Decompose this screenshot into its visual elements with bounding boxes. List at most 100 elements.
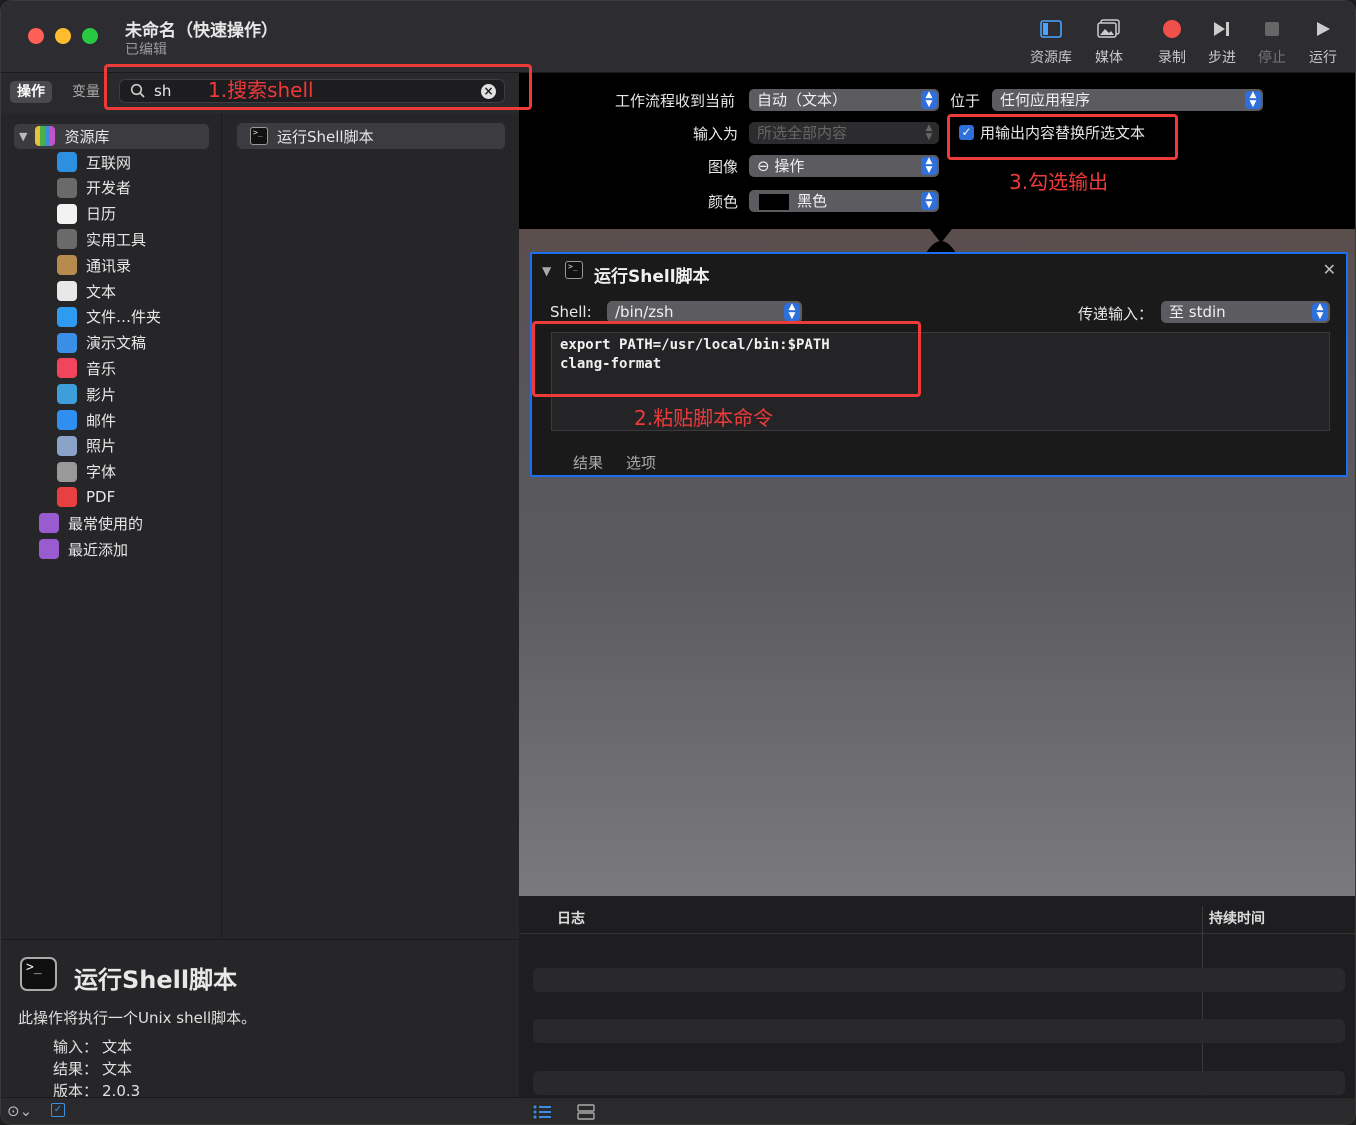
duration-column-header[interactable]: 持续时间 bbox=[1209, 908, 1265, 928]
left-status-bar: ⊙⌄ ✓ bbox=[1, 1097, 519, 1124]
sidebar-item-music[interactable]: 音乐 bbox=[1, 355, 222, 381]
sidebar-item-tools[interactable]: 开发者 bbox=[1, 175, 222, 201]
tab-variables[interactable]: 变量 bbox=[65, 81, 107, 103]
text-icon bbox=[57, 281, 77, 301]
list-view-icon[interactable] bbox=[533, 1105, 551, 1119]
sidebar-item-label: 影片 bbox=[86, 385, 117, 404]
sidebar-item-keynote[interactable]: 演示文稿 bbox=[1, 330, 222, 356]
receives-label: 工作流程收到当前 bbox=[615, 92, 736, 110]
sidebar-item-label: 通讯录 bbox=[86, 256, 132, 275]
toolbar-library-button[interactable]: 资源库 bbox=[1021, 15, 1081, 67]
title-bar: 未命名（快速操作） 已编辑 资源库 媒体 录制 步进 停止 运行 bbox=[1, 1, 1355, 73]
terminal-icon: >_ bbox=[20, 957, 57, 991]
sidebar-item-finder[interactable]: 文件…件夹 bbox=[1, 304, 222, 330]
sidebar-item-photos[interactable]: 照片 bbox=[1, 433, 222, 459]
split-view-icon[interactable] bbox=[577, 1104, 595, 1120]
log-panel: 日志 持续时间 bbox=[519, 896, 1355, 1097]
pass-input-popup[interactable]: 至 stdin ▲ ▼ bbox=[1161, 301, 1330, 323]
sidebar-item-label: 最常使用的 bbox=[68, 514, 144, 533]
library-root[interactable]: ▼ 资源库 bbox=[1, 123, 222, 149]
library-list: ▼ 资源库 互联网开发者日历实用工具通讯录文本文件…件夹演示文稿音乐影片邮件照片… bbox=[1, 113, 222, 939]
location-label: 位于 bbox=[950, 92, 981, 110]
tab-results[interactable]: 结果 bbox=[573, 452, 603, 473]
receives-popup[interactable]: 自动（文本） ▲ ▼ bbox=[749, 89, 939, 111]
sidebar-item-globe[interactable]: 互联网 bbox=[1, 149, 222, 175]
sidebar-item-label: 照片 bbox=[86, 437, 117, 456]
zoom-window-button[interactable] bbox=[82, 28, 98, 44]
sidebar-item-smart-folder[interactable]: 最近添加 bbox=[1, 536, 222, 562]
smart-folder-icon bbox=[39, 513, 59, 533]
input-is-popup: 所选全部内容 ▲ ▼ bbox=[749, 122, 939, 144]
utilities-icon bbox=[57, 229, 77, 250]
description-toggle-icon[interactable]: ✓ bbox=[51, 1103, 65, 1117]
globe-icon bbox=[57, 152, 77, 172]
sidebar-item-text[interactable]: 文本 bbox=[1, 278, 222, 304]
annotation-box-checkbox bbox=[947, 114, 1178, 160]
log-column-header[interactable]: 日志 bbox=[557, 908, 585, 928]
sidebar-item-label: 演示文稿 bbox=[86, 334, 147, 353]
calendar-icon bbox=[57, 203, 77, 224]
sidebar-item-label: 互联网 bbox=[86, 153, 132, 172]
sidebar-item-label: 实用工具 bbox=[86, 230, 147, 249]
toolbar-run-button[interactable]: 运行 bbox=[1293, 15, 1353, 67]
action-menu-icon[interactable]: ⊙⌄ bbox=[7, 1102, 32, 1120]
window-title: 未命名（快速操作） bbox=[125, 21, 278, 41]
minimize-window-button[interactable] bbox=[55, 28, 71, 44]
contacts-icon bbox=[57, 255, 77, 276]
sidebar-item-font[interactable]: 字体 bbox=[1, 459, 222, 485]
color-swatch bbox=[759, 193, 789, 210]
sidebar-item-quicktime[interactable]: 影片 bbox=[1, 381, 222, 407]
image-popup[interactable]: ⊖ 操作 ▲ ▼ bbox=[749, 155, 939, 177]
finder-icon bbox=[57, 306, 77, 327]
close-icon[interactable]: ✕ bbox=[1323, 260, 1336, 279]
tab-actions[interactable]: 操作 bbox=[10, 81, 52, 103]
sidebar-item-label: 日历 bbox=[86, 205, 117, 224]
result-item-label: 运行Shell脚本 bbox=[277, 127, 374, 146]
sidebar-item-utilities[interactable]: 实用工具 bbox=[1, 226, 222, 252]
column-divider bbox=[1202, 906, 1203, 1096]
smart-folder-icon bbox=[39, 539, 59, 559]
sidebar-item-pdf[interactable]: PDF bbox=[1, 484, 222, 510]
sidebar-item-label: 最近添加 bbox=[68, 540, 129, 559]
result-item-run-shell[interactable]: >_ 运行Shell脚本 bbox=[237, 123, 505, 149]
play-icon bbox=[1317, 22, 1330, 36]
mail-icon bbox=[57, 410, 77, 430]
step-icon bbox=[1214, 22, 1229, 36]
record-icon bbox=[1163, 20, 1181, 38]
sidebar-item-label: 文件…件夹 bbox=[86, 308, 162, 327]
image-label: 图像 bbox=[708, 158, 739, 176]
close-window-button[interactable] bbox=[28, 28, 44, 44]
pdf-icon bbox=[57, 487, 77, 508]
sidebar-item-label: PDF bbox=[86, 488, 116, 507]
annotation-step1: 1.搜索shell bbox=[208, 78, 314, 102]
sidebar-item-label: 音乐 bbox=[86, 359, 117, 378]
table-row bbox=[533, 1071, 1345, 1095]
color-popup[interactable]: 黑色 ▲ ▼ bbox=[749, 190, 939, 212]
sidebar-icon bbox=[1040, 20, 1062, 38]
tab-options[interactable]: 选项 bbox=[626, 452, 656, 473]
chevron-down-icon[interactable]: ▼ bbox=[542, 264, 551, 278]
popup-arrows-icon: ▲ ▼ bbox=[784, 303, 800, 321]
workflow-settings: 工作流程收到当前 自动（文本） ▲ ▼ 位于 任何应用程序 ▲ ▼ 输入为 所选全部内容… bbox=[519, 73, 1355, 229]
toolbar-media-button[interactable]: 媒体 bbox=[1079, 15, 1139, 67]
sidebar-item-mail[interactable]: 邮件 bbox=[1, 407, 222, 433]
location-popup[interactable]: 任何应用程序 ▲ ▼ bbox=[992, 89, 1263, 111]
sidebar-item-label: 字体 bbox=[86, 463, 117, 482]
results-list bbox=[223, 113, 519, 939]
sidebar-item-label: 文本 bbox=[86, 282, 117, 301]
annotation-step3: 3.勾选输出 bbox=[1009, 170, 1109, 194]
popup-arrows-icon: ▲ ▼ bbox=[1312, 303, 1328, 321]
sidebar-item-contacts[interactable]: 通讯录 bbox=[1, 252, 222, 278]
terminal-icon: >_ bbox=[565, 261, 583, 279]
sidebar-item-smart-folder[interactable]: 最常使用的 bbox=[1, 510, 222, 536]
description-input: 输入： 文本 bbox=[53, 1038, 133, 1056]
description-text: 此操作将执行一个Unix shell脚本。 bbox=[18, 1009, 257, 1027]
annotation-step2: 2.粘贴脚本命令 bbox=[634, 406, 774, 430]
color-label: 颜色 bbox=[708, 193, 739, 211]
table-row bbox=[533, 1019, 1345, 1043]
photo-icon bbox=[1097, 19, 1120, 38]
library-root-label: 资源库 bbox=[64, 127, 110, 146]
sidebar-item-calendar[interactable]: 日历 bbox=[1, 201, 222, 227]
shell-popup[interactable]: /bin/zsh ▲ ▼ bbox=[607, 301, 802, 323]
toolbar-label: 资源库 bbox=[1030, 50, 1072, 66]
